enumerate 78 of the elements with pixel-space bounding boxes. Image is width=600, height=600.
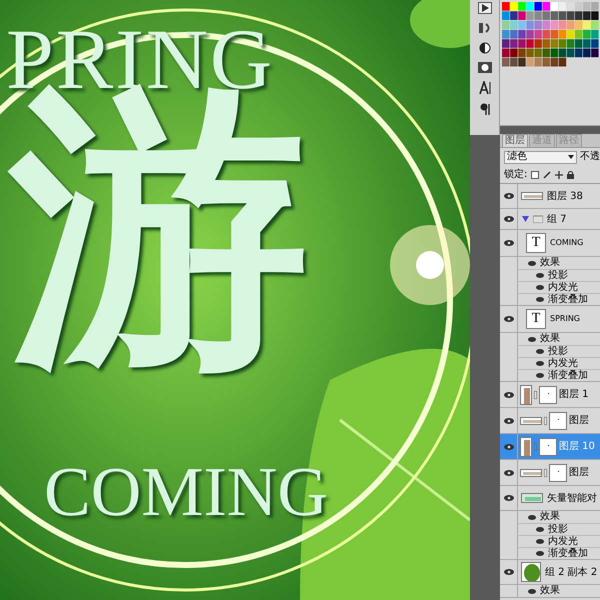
eye-icon[interactable] (504, 495, 514, 501)
eye-icon[interactable] (504, 569, 514, 575)
eye-icon[interactable] (504, 444, 514, 450)
layer-thumbnail (521, 493, 543, 503)
eye-icon[interactable] (504, 240, 514, 246)
layer-name: 图层 1 (559, 388, 589, 402)
opacity-label: 不透 (580, 152, 600, 162)
expand-arrow-icon[interactable] (522, 216, 529, 222)
blend-mode-dropdown[interactable]: 滤色 (504, 150, 577, 164)
link-icon (544, 468, 547, 476)
layer-thumbnail (521, 562, 541, 582)
effect-name: 内发光 (548, 536, 578, 546)
layer-name: 组 7 (547, 212, 567, 226)
effect-name: 投影 (548, 270, 568, 280)
paragraph-icon[interactable] (480, 103, 490, 115)
history-icon[interactable] (478, 22, 492, 34)
eye-icon[interactable] (504, 418, 514, 424)
layer-name: 图层 38 (547, 190, 583, 204)
layer-thumbnail (520, 468, 542, 476)
layer-row[interactable]: 图层 1 (500, 382, 600, 408)
mask-thumbnail (549, 412, 567, 430)
effects-label: 效果 (540, 586, 560, 596)
brush-icon[interactable] (543, 170, 552, 178)
lock-transparency-icon[interactable] (531, 170, 540, 178)
link-icon (544, 416, 547, 424)
layer-thumbnail (520, 436, 532, 456)
lock-label: 锁定: (504, 170, 528, 180)
effect-name: 渐变叠加 (548, 370, 588, 380)
layer-row[interactable]: 图层 (500, 460, 600, 486)
link-icon (534, 442, 537, 450)
play-icon[interactable] (478, 2, 492, 14)
layer-thumbnail (521, 192, 543, 200)
caret-icon (568, 155, 574, 159)
layer-row[interactable]: 图层 (500, 408, 600, 434)
layer-row[interactable]: T SPRING (500, 306, 600, 333)
layer-name: 组 2 副本 2 (545, 566, 598, 580)
eye-icon[interactable] (504, 470, 514, 476)
effect-name: 投影 (548, 524, 568, 534)
canvas-text: COMING (44, 458, 328, 528)
eye-icon[interactable] (504, 392, 514, 398)
layer-thumbnail (520, 384, 532, 404)
effect-name: 内发光 (548, 282, 578, 292)
eye-icon[interactable] (504, 216, 514, 222)
layer-name: 图层 10 (559, 440, 595, 454)
mask-icon[interactable] (478, 62, 492, 73)
effects-label: 效果 (540, 334, 560, 344)
character-icon[interactable] (478, 81, 490, 95)
effects-label: 效果 (540, 258, 560, 268)
layer-row[interactable]: 矢量智能对 (500, 486, 600, 511)
layer-name: COMING (550, 237, 584, 249)
eye-icon[interactable] (504, 316, 514, 322)
text-layer-thumbnail: T (526, 309, 546, 329)
layer-row[interactable]: 图层 38 (500, 184, 600, 209)
lock-icon[interactable] (567, 170, 574, 178)
effect-name: 渐变叠加 (548, 294, 588, 304)
mask-thumbnail (539, 386, 557, 404)
effects-label: 效果 (540, 512, 560, 522)
contrast-icon[interactable] (478, 42, 490, 54)
effect-name: 内发光 (548, 358, 578, 368)
folder-icon (533, 215, 543, 223)
text-layer-thumbnail: T (526, 233, 546, 253)
link-icon (534, 390, 537, 398)
layer-row[interactable]: 组 7 (500, 209, 600, 230)
layer-row[interactable]: 组 2 副本 2 (500, 560, 600, 585)
panel-tab[interactable]: 图层 (502, 134, 528, 147)
mask-thumbnail (549, 464, 567, 482)
eye-icon[interactable] (528, 588, 536, 594)
layer-name: 图层 (569, 466, 589, 480)
effect-name: 投影 (548, 346, 568, 356)
layer-row[interactable]: T COMING (500, 230, 600, 257)
layer-name: SPRING (550, 313, 580, 325)
move-icon[interactable] (555, 170, 564, 178)
mask-thumbnail (539, 438, 557, 456)
layer-name: 图层 (569, 414, 589, 428)
effect-name: 渐变叠加 (548, 548, 588, 558)
eye-icon[interactable] (504, 193, 514, 199)
layer-name: 矢量智能对 (547, 492, 597, 506)
layer-thumbnail (520, 416, 542, 424)
